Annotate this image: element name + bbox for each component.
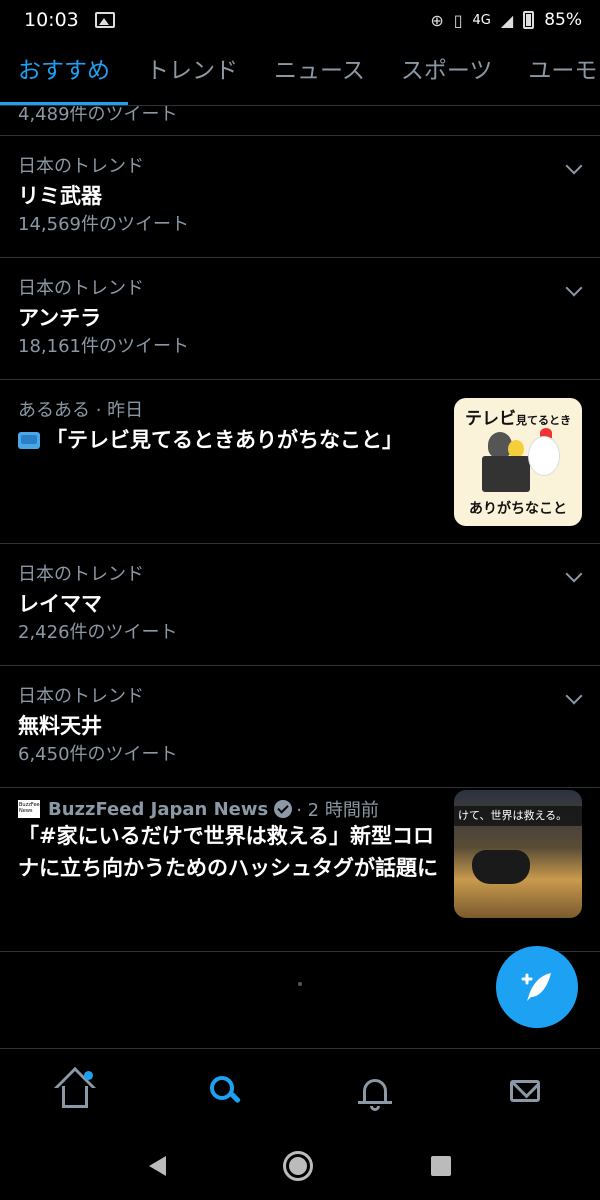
trend-context: 日本のトレンド bbox=[18, 564, 144, 585]
moment-thumbnail[interactable]: テレビ見てるとき ありがちなこと bbox=[454, 398, 582, 526]
nav-search[interactable] bbox=[195, 1061, 255, 1121]
moment-row[interactable]: あるある · 昨日 「テレビ見てるときありがちなこと」 テレビ見てるとき ありが… bbox=[0, 380, 600, 544]
tab-label: トレンド bbox=[146, 57, 238, 84]
logo-text: BuzzFeed News bbox=[19, 802, 40, 814]
verified-badge-icon bbox=[274, 800, 293, 818]
mail-icon bbox=[510, 1079, 540, 1102]
trend-name: 無料天井 bbox=[18, 714, 102, 738]
tab-trends[interactable]: トレンド bbox=[128, 42, 256, 105]
tv-icon bbox=[18, 432, 40, 449]
battery-icon bbox=[523, 11, 535, 29]
trend-count: 6,450件のツイート bbox=[18, 744, 178, 765]
trend-row[interactable]: 日本のトレンド 無料天井 6,450件のツイート bbox=[0, 666, 600, 788]
news-row[interactable]: BuzzFeed News BuzzFeed Japan News · 2 時間… bbox=[0, 788, 600, 952]
bell-icon-clapper bbox=[370, 1105, 380, 1111]
loading-indicator bbox=[298, 982, 302, 986]
bell-icon-base bbox=[358, 1100, 392, 1104]
trend-row[interactable]: 日本のトレンド アンチラ 18,161件のツイート bbox=[0, 258, 600, 380]
tab-label: おすすめ bbox=[18, 57, 110, 84]
compose-tweet-icon bbox=[521, 973, 551, 1001]
trend-context: 日本のトレンド bbox=[18, 278, 144, 299]
tv-monitor-illustration bbox=[482, 456, 530, 492]
tab-label: ニュース bbox=[274, 57, 365, 84]
status-time: 10:03 bbox=[24, 9, 79, 31]
home-icon-body bbox=[62, 1085, 88, 1108]
tab-recommended[interactable]: おすすめ bbox=[0, 42, 128, 105]
data-saver-icon: ⊕ bbox=[430, 10, 444, 30]
moment-headline-wrap: 「テレビ見てるときありがちなこと」 bbox=[18, 424, 418, 456]
explore-feed[interactable]: 4,489件のツイート 日本のトレンド リミ武器 14,569件のツイート 日本… bbox=[0, 106, 600, 1046]
active-tab-indicator bbox=[0, 101, 128, 105]
nav-messages[interactable] bbox=[495, 1061, 555, 1121]
trend-name: アンチラ bbox=[18, 306, 102, 330]
status-bar: 10:03 ⊕ ▯ 4G ◢ 85% bbox=[0, 0, 600, 40]
tab-humor[interactable]: ユーモ bbox=[510, 42, 600, 105]
news-source: BuzzFeed Japan News bbox=[48, 798, 269, 820]
home-button-icon[interactable] bbox=[283, 1151, 314, 1181]
trend-name: レイママ bbox=[18, 592, 102, 616]
thumb-top-text: テレビ見てるとき bbox=[454, 404, 582, 429]
trend-row[interactable]: 日本のトレンド レイママ 2,426件のツイート bbox=[0, 544, 600, 666]
trend-context: 日本のトレンド bbox=[18, 156, 144, 177]
compose-tweet-button[interactable] bbox=[496, 946, 578, 1028]
search-icon-handle bbox=[228, 1090, 242, 1104]
trend-row[interactable]: 日本のトレンド リミ武器 14,569件のツイート bbox=[0, 136, 600, 258]
hen-illustration bbox=[528, 436, 560, 476]
news-source-line: BuzzFeed News BuzzFeed Japan News · 2 時間… bbox=[18, 796, 379, 822]
thumb-top-big: テレビ bbox=[465, 409, 516, 429]
tab-sports[interactable]: スポーツ bbox=[383, 42, 511, 105]
bottom-navigation bbox=[0, 1048, 600, 1132]
news-headline: 「#家にいるだけで世界は救える」新型コロナに立ち向かうためのハッシュタグが話題に bbox=[18, 824, 438, 880]
tab-news[interactable]: ニュース bbox=[256, 42, 383, 105]
battery-percent: 85% bbox=[544, 10, 582, 30]
vibrate-icon: ▯ bbox=[453, 10, 463, 30]
trend-name: リミ武器 bbox=[18, 184, 102, 208]
thumb-bottom-text: ありがちなこと bbox=[469, 501, 567, 517]
news-time: · 2 時間前 bbox=[296, 800, 379, 821]
gallery-notification-icon bbox=[94, 12, 115, 28]
trend-context: 日本のトレンド bbox=[18, 686, 144, 707]
trend-count: 4,489件のツイート bbox=[18, 106, 178, 125]
nav-notifications[interactable] bbox=[345, 1061, 405, 1121]
moment-headline: 「テレビ見てるときありがちなこと」 bbox=[46, 428, 403, 452]
signal-icon: ◢ bbox=[500, 10, 514, 30]
trend-row-partial[interactable]: 4,489件のツイート bbox=[0, 106, 600, 136]
tab-label: ユーモ bbox=[528, 57, 598, 84]
bell-icon bbox=[363, 1078, 387, 1103]
trend-count: 18,161件のツイート bbox=[18, 336, 189, 357]
news-thumbnail[interactable]: けて、世界は救える。 bbox=[454, 790, 582, 918]
network-type: 4G bbox=[472, 12, 491, 28]
recent-apps-icon[interactable] bbox=[431, 1156, 452, 1176]
trend-count: 2,426件のツイート bbox=[18, 622, 178, 643]
trend-count: 14,569件のツイート bbox=[18, 214, 189, 235]
system-navigation-bar bbox=[0, 1132, 600, 1200]
new-content-dot bbox=[84, 1070, 93, 1080]
tab-label: スポーツ bbox=[400, 57, 493, 84]
buzzfeed-logo: BuzzFeed News bbox=[18, 800, 40, 818]
game-controller-illustration bbox=[472, 850, 530, 884]
nav-home[interactable] bbox=[45, 1061, 105, 1121]
thumb-banner: けて、世界は救える。 bbox=[454, 806, 582, 826]
thumb-top-small: 見てるとき bbox=[516, 414, 571, 427]
back-icon[interactable] bbox=[148, 1156, 166, 1176]
status-indicators: ⊕ ▯ 4G ◢ 85% bbox=[430, 10, 582, 30]
explore-tabs: おすすめ トレンド ニュース スポーツ ユーモ bbox=[0, 42, 600, 106]
